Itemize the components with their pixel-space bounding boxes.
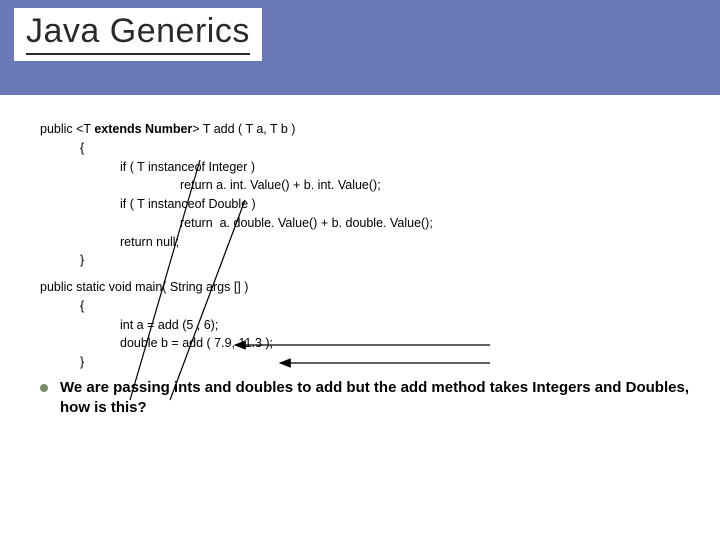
header-bar: Java Generics [0, 0, 720, 95]
main-signature: public static void main( String args [] … [40, 278, 700, 297]
brace-close: } [40, 251, 700, 270]
main-int-a: int a = add (5 , 6); [40, 316, 700, 335]
bullet-icon [40, 384, 48, 392]
title-box: Java Generics [14, 8, 262, 61]
method-signature: public <T extends Number> T add ( T a, T… [40, 120, 700, 139]
bullet-row: We are passing ints and doubles to add b… [40, 378, 700, 419]
bullet-text: We are passing ints and doubles to add b… [60, 378, 700, 419]
sig-suffix: > T add ( T a, T b ) [192, 122, 295, 136]
main-close: } [40, 353, 700, 372]
sig-extends: extends Number [94, 122, 192, 136]
return-int: return a. int. Value() + b. int. Value()… [40, 176, 700, 195]
if-integer: if ( T instanceof Integer ) [40, 158, 700, 177]
if-double: if ( T instanceof Double ) [40, 195, 700, 214]
title-underline [26, 53, 250, 55]
return-null: return null; [40, 233, 700, 252]
slide-content: public <T extends Number> T add ( T a, T… [40, 120, 700, 418]
sig-prefix: public <T [40, 122, 94, 136]
return-double: return a. double. Value() + b. double. V… [40, 214, 700, 233]
brace-open: { [40, 139, 700, 158]
main-open: { [40, 297, 700, 316]
main-double-b: double b = add ( 7.9, 11.3 ); [40, 334, 700, 353]
page-title: Java Generics [26, 12, 250, 51]
